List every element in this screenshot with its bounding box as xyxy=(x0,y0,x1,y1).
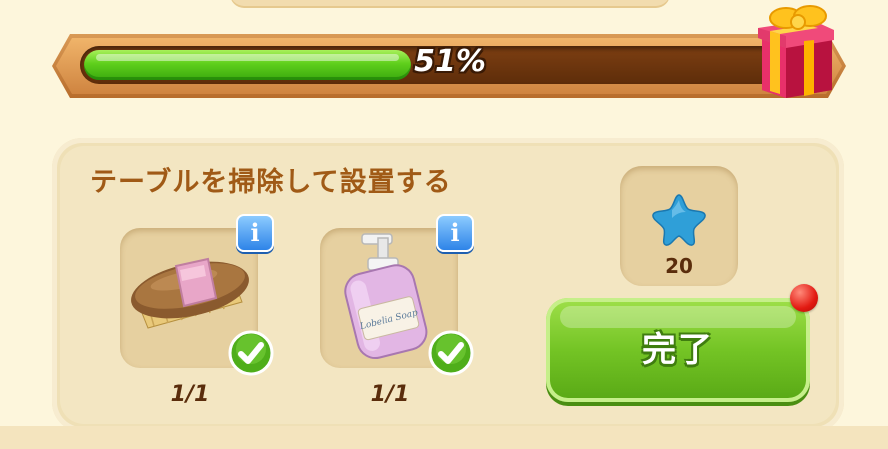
item-count-brush: 1/1 xyxy=(170,382,210,407)
task-title: テーブルを掃除して設置する xyxy=(90,167,452,198)
progress-bar-fill xyxy=(84,50,411,80)
top-tab xyxy=(230,0,670,6)
item-slot-soap[interactable]: Lobelia Soap i xyxy=(320,214,474,376)
complete-button-label: 完了 xyxy=(642,330,714,370)
progress-percent-text: 51% xyxy=(414,44,486,79)
complete-button[interactable]: 完了 xyxy=(546,298,810,402)
bottom-strip xyxy=(0,426,888,449)
gift-box-icon[interactable] xyxy=(756,2,836,100)
reward-amount: 20 xyxy=(665,254,693,278)
item-slot-brush[interactable]: i xyxy=(120,214,274,376)
item-count-soap: 1/1 xyxy=(370,382,410,407)
blue-star-icon xyxy=(652,194,706,246)
checkmark-icon xyxy=(428,330,474,376)
checkmark-icon xyxy=(228,330,274,376)
notification-dot xyxy=(790,284,818,312)
info-button-brush[interactable]: i xyxy=(236,214,274,252)
info-button-soap[interactable]: i xyxy=(436,214,474,252)
